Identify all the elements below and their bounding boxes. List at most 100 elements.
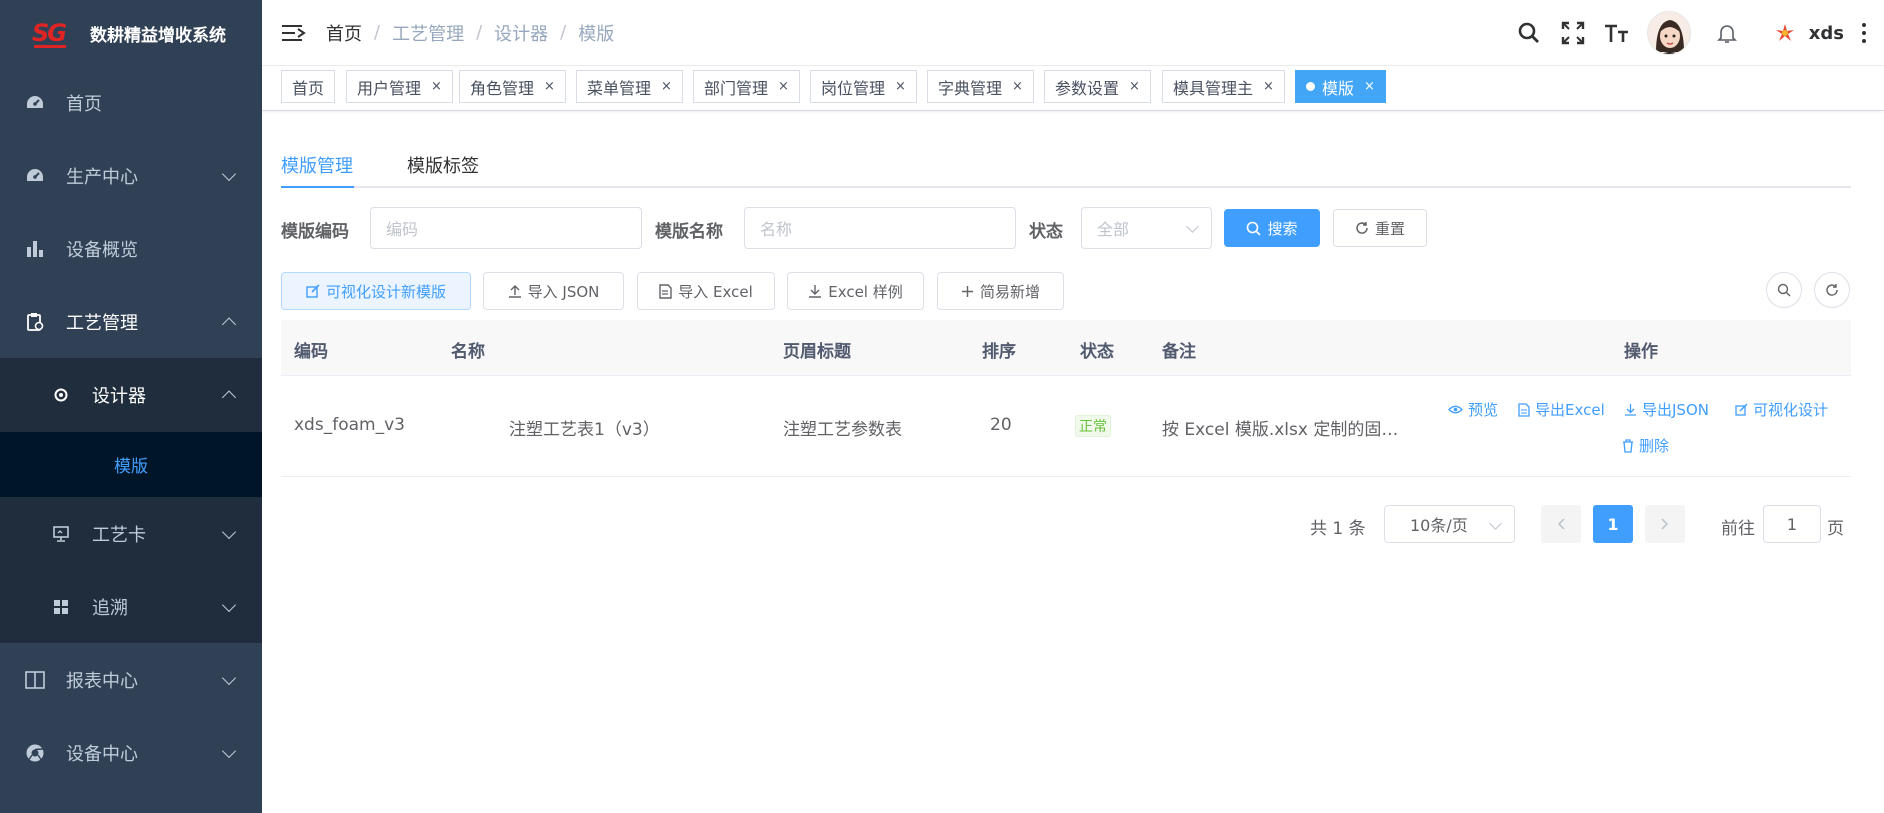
name-input[interactable]: 名称 [744,207,1016,249]
breadcrumb-item[interactable]: 工艺管理 [392,20,464,46]
toggle-search-button[interactable] [1766,272,1802,308]
code-input[interactable]: 编码 [370,207,642,249]
column-header[interactable]: 页眉标题 [783,337,851,362]
column-header[interactable]: 操作 [1624,337,1658,362]
tag-dict-mgmt[interactable]: 字典管理 × [927,70,1034,103]
tag-menu-mgmt[interactable]: 菜单管理 × [576,70,683,103]
export-json-link[interactable]: 导出JSON [1624,399,1709,420]
tag-dept-mgmt[interactable]: 部门管理 × [693,70,800,103]
column-header[interactable]: 排序 [982,337,1016,362]
sidebar-item-process-card[interactable]: 工艺卡 [0,497,262,570]
header-actions: xds [1507,0,1884,66]
sidebar-item-process[interactable]: 工艺管理 [0,285,262,358]
tag-params[interactable]: 参数设置 × [1044,70,1151,103]
sidebar-item-equipment-center[interactable]: 设备中心 [0,716,262,789]
goto-page-value: 1 [1786,514,1798,534]
column-header[interactable]: 编码 [294,337,328,362]
sidebar-item-trace[interactable]: 追溯 [0,570,262,643]
brand-icon [1775,24,1794,41]
column-header[interactable]: 状态 [1080,337,1114,362]
simple-add-button[interactable]: 简易新增 [937,272,1064,310]
chevron-down-icon [221,597,237,612]
close-icon[interactable]: × [1129,79,1140,94]
visual-design-new-button[interactable]: 可视化设计新模版 [281,272,471,310]
close-icon[interactable]: × [431,79,442,94]
font-size-icon[interactable] [1595,11,1639,55]
close-icon[interactable]: × [1364,79,1375,94]
tag-label: 角色管理 [470,78,535,98]
page-size-select[interactable]: 10条/页 [1384,505,1515,543]
table-row: xds_foam_v3 注塑工艺表1（v3） 注塑工艺参数表 20 正常 按 E… [281,376,1851,477]
bar-chart-icon [24,238,46,260]
goto-page-input[interactable]: 1 [1763,505,1821,543]
preview-label: 预览 [1468,401,1499,419]
sidebar-leaf-label: 模版 [114,457,148,477]
tag-label: 字典管理 [938,78,1003,98]
reset-button[interactable]: 重置 [1333,209,1427,247]
tag-home[interactable]: 首页 [281,70,336,103]
table-header: 编码 名称 页眉标题 排序 状态 备注 操作 [281,320,1851,376]
export-excel-link[interactable]: 导出Excel [1518,399,1605,420]
more-vertical-icon[interactable] [1862,23,1868,43]
bell-icon[interactable] [1705,11,1749,55]
chevron-right-icon [1661,518,1669,530]
tag-label: 菜单管理 [587,78,652,98]
tag-user-mgmt[interactable]: 用户管理 × [346,70,453,103]
tag-mold-mgmt[interactable]: 模具管理主 × [1162,70,1285,103]
status-select[interactable]: 全部 [1081,207,1212,249]
delete-label: 删除 [1639,437,1670,455]
page-number-current[interactable]: 1 [1593,505,1633,543]
sidebar-sub-label: 工艺卡 [92,524,146,546]
chevron-up-icon [221,389,237,405]
sidebar-item-home[interactable]: 首页 [0,66,262,139]
visual-design-link[interactable]: 可视化设计 [1735,399,1828,420]
refresh-button[interactable] [1814,272,1850,308]
avatar[interactable] [1646,11,1691,55]
close-icon[interactable]: × [778,79,789,94]
preview-link[interactable]: 预览 [1448,399,1498,420]
import-json-button[interactable]: 导入 JSON [483,272,624,310]
close-icon[interactable]: × [895,79,906,94]
tag-template[interactable]: 模版 × [1295,70,1386,103]
tab-template-mgmt[interactable]: 模版管理 [281,152,353,178]
download-icon [1625,404,1636,416]
fullscreen-icon[interactable] [1551,11,1595,55]
breadcrumb-item[interactable]: 设计器 [494,20,548,46]
tag-role-mgmt[interactable]: 角色管理 × [459,70,566,103]
pagination-total: 共 1 条 [1310,519,1366,539]
close-icon[interactable]: × [1263,79,1274,94]
hamburger-icon[interactable] [282,23,306,43]
sidebar-item-equipment-overview[interactable]: 设备概览 [0,212,262,285]
excel-sample-button[interactable]: Excel 样例 [787,272,924,310]
search-button-label: 搜索 [1267,219,1298,238]
sidebar-item-production[interactable]: 生产中心 [0,139,262,212]
cell-name: 注塑工艺表1（v3） [509,420,660,440]
search-button[interactable]: 搜索 [1224,209,1320,247]
column-header[interactable]: 名称 [451,337,485,362]
close-icon[interactable]: × [661,79,672,94]
import-excel-button[interactable]: 导入 Excel [637,272,775,310]
prev-page-button[interactable] [1541,505,1581,543]
username: xds [1808,22,1844,44]
close-icon[interactable]: × [544,79,555,94]
grid-icon [52,598,70,616]
delete-link[interactable]: 删除 [1622,435,1669,456]
sidebar-item-template[interactable]: 模版 [0,432,262,497]
tab-template-tags[interactable]: 模版标签 [407,152,479,178]
breadcrumb-item[interactable]: 首页 [326,20,362,46]
tag-post-mgmt[interactable]: 岗位管理 × [810,70,917,103]
excel-sample-label: Excel 样例 [828,282,903,301]
cell-remark: 按 Excel 模版.xlsx 定制的固… [1162,420,1399,440]
logo[interactable]: SG 数耕精益增收系统 [0,0,262,66]
column-header[interactable]: 备注 [1162,337,1196,362]
refresh-icon [1356,222,1368,234]
sidebar-item-reports[interactable]: 报表中心 [0,643,262,716]
breadcrumb-item: 模版 [578,23,615,45]
next-page-button[interactable] [1645,505,1685,543]
logo-icon: SG [32,18,72,48]
sidebar-item-designer[interactable]: 设计器 [0,358,262,431]
chevron-down-icon [221,743,237,758]
user-menu[interactable]: xds [1773,21,1844,45]
search-icon[interactable] [1507,11,1551,55]
close-icon[interactable]: × [1012,79,1023,94]
